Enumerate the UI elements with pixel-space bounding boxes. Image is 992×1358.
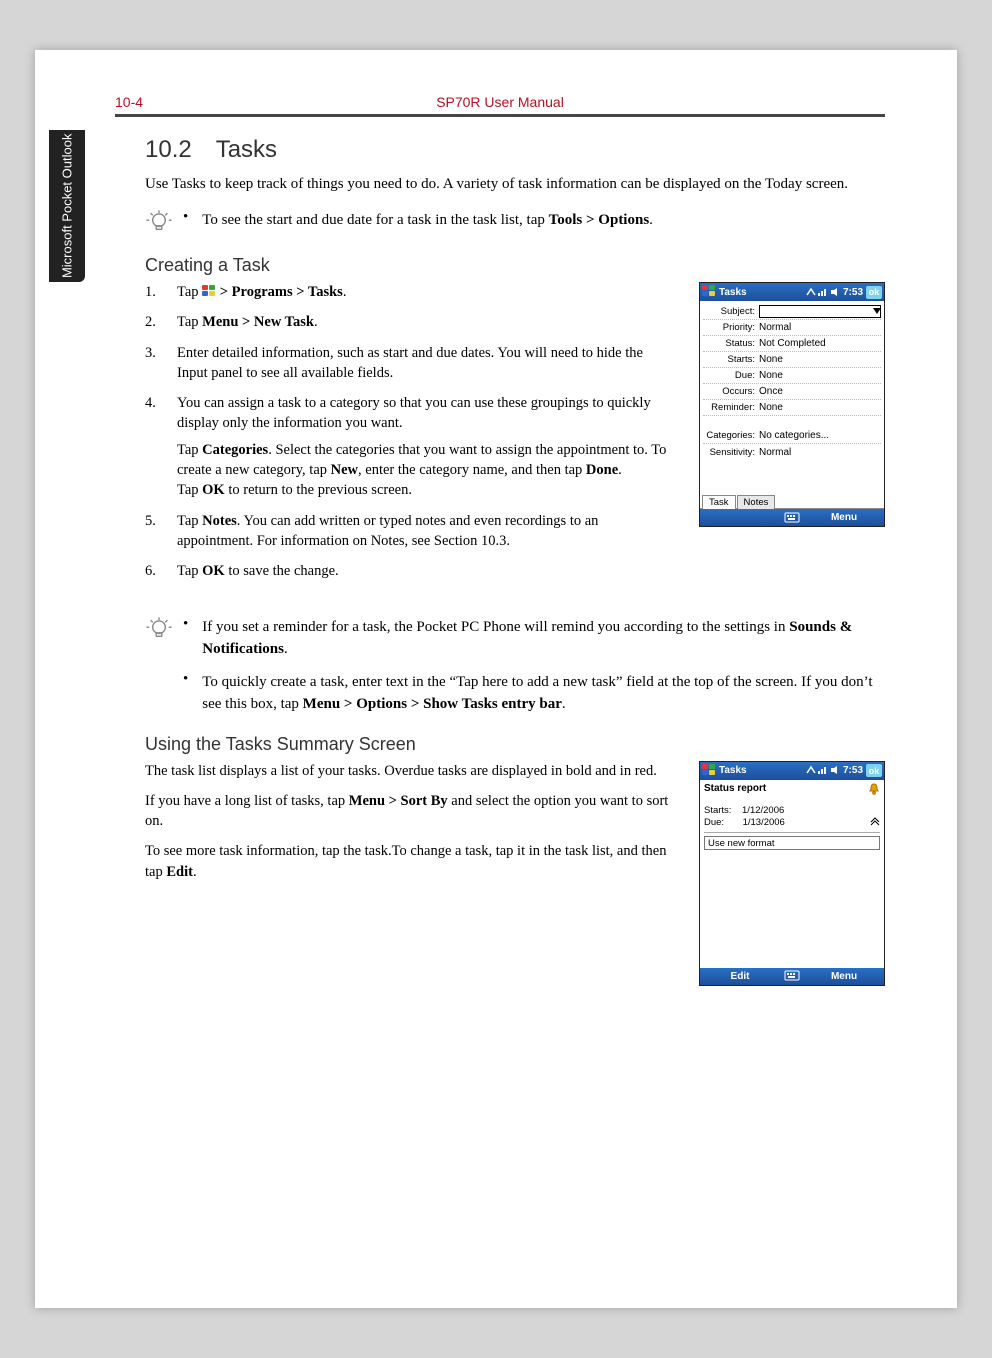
doc-title: SP70R User Manual: [115, 94, 885, 110]
status-value[interactable]: Not Completed: [759, 338, 881, 349]
lightbulb-icon: [145, 616, 173, 644]
section-intro: Use Tasks to keep track of things you ne…: [145, 174, 885, 195]
device-softbar: Menu: [700, 509, 884, 526]
step-3: Enter detailed information, such as star…: [145, 343, 675, 384]
summary-p1: The task list displays a list of your ta…: [145, 761, 675, 781]
device-tabs: Task Notes: [700, 494, 884, 509]
step-6: Tap OK to save the change.: [145, 561, 675, 581]
lightbulb-icon: [145, 209, 173, 237]
task-form: Subject: Priority: Normal Status: Not Co…: [700, 301, 884, 460]
reminder-value[interactable]: None: [759, 402, 881, 413]
section-tab-label: Microsoft Pocket Outlook: [59, 134, 75, 279]
occurs-value[interactable]: Once: [759, 386, 881, 397]
softkey-menu[interactable]: Menu: [804, 971, 884, 982]
subject-dropdown-icon[interactable]: [873, 306, 881, 319]
summary-starts-value: 1/12/2006: [742, 805, 784, 816]
section-heading: 10.2 Tasks: [145, 136, 885, 164]
content-area: 10.2 Tasks Use Tasks to keep track of th…: [145, 136, 885, 986]
tip-row-3: • To quickly create a task, enter text i…: [145, 671, 885, 716]
summary-heading: Using the Tasks Summary Screen: [145, 734, 885, 755]
bullet-dot: •: [183, 671, 188, 688]
categories-value[interactable]: No categories...: [759, 430, 881, 441]
signal-icon[interactable]: [818, 287, 828, 298]
tip-3-text: To quickly create a task, enter text in …: [202, 671, 885, 716]
document-page: 10-4 SP70R User Manual Microsoft Pocket …: [35, 50, 957, 1308]
categories-label: Categories:: [703, 430, 759, 441]
priority-label: Priority:: [703, 322, 759, 333]
starts-label: Starts:: [703, 354, 759, 365]
volume-icon[interactable]: [830, 765, 840, 776]
keyboard-icon[interactable]: [780, 512, 804, 524]
step-2: Tap Menu > New Task.: [145, 312, 675, 332]
starts-value[interactable]: None: [759, 354, 881, 365]
header-rule: [115, 114, 885, 117]
summary-starts-label: Starts:: [704, 805, 731, 816]
ok-button[interactable]: ok: [866, 286, 882, 299]
creating-task-heading: Creating a Task: [145, 255, 885, 276]
volume-icon[interactable]: [830, 287, 840, 298]
start-flag-icon[interactable]: [702, 285, 716, 299]
tab-task[interactable]: Task: [702, 495, 736, 509]
tip-2-text: If you set a reminder for a task, the Po…: [202, 616, 885, 661]
summary-p3: To see more task information, tap the ta…: [145, 841, 675, 882]
connectivity-icon[interactable]: [806, 765, 816, 776]
device-softbar: Edit Menu: [700, 968, 884, 985]
reminder-label: Reminder:: [703, 402, 759, 413]
priority-value[interactable]: Normal: [759, 322, 881, 333]
due-label: Due:: [703, 370, 759, 381]
connectivity-icon[interactable]: [806, 287, 816, 298]
tab-notes[interactable]: Notes: [737, 495, 776, 509]
start-flag-icon[interactable]: [702, 764, 716, 778]
softkey-edit[interactable]: Edit: [700, 971, 780, 982]
summary-due-label: Due:: [704, 817, 724, 828]
due-value[interactable]: None: [759, 370, 881, 381]
device-title: Tasks: [719, 287, 806, 298]
ok-button[interactable]: ok: [866, 764, 882, 777]
step-5: Tap Notes. You can add written or typed …: [145, 511, 675, 552]
tip-1-text: To see the start and due date for a task…: [202, 209, 653, 232]
device-title: Tasks: [719, 765, 806, 776]
tip-row-1: • To see the start and due date for a ta…: [145, 209, 885, 237]
bullet-dot: •: [183, 616, 188, 633]
summary-due-value: 1/13/2006: [743, 817, 785, 828]
occurs-label: Occurs:: [703, 386, 759, 397]
device-titlebar: Tasks 7:53 ok: [700, 283, 884, 301]
device-clock[interactable]: 7:53: [843, 287, 863, 298]
device-clock[interactable]: 7:53: [843, 765, 863, 776]
reminder-bell-icon[interactable]: [868, 783, 880, 795]
bullet-dot: •: [183, 209, 188, 226]
summary-p2: If you have a long list of tasks, tap Me…: [145, 791, 675, 832]
task-name-label: Status report: [704, 783, 766, 794]
softkey-right[interactable]: Menu: [804, 512, 884, 523]
subject-label: Subject:: [703, 306, 759, 317]
step-1: Tap > Programs > Tasks.: [145, 282, 675, 302]
section-tab: Microsoft Pocket Outlook: [49, 130, 85, 282]
tip-row-2: • If you set a reminder for a task, the …: [145, 616, 885, 661]
page-header: 10-4 SP70R User Manual: [115, 94, 885, 112]
screenshot-task-edit: Tasks 7:53 ok Subject:: [699, 282, 885, 527]
signal-icon[interactable]: [818, 765, 828, 776]
collapse-icon[interactable]: [870, 816, 880, 829]
start-flag-icon: [202, 285, 216, 298]
keyboard-icon[interactable]: [780, 970, 804, 982]
screenshot-task-summary: Tasks 7:53 ok Status report: [699, 761, 885, 986]
status-label: Status:: [703, 338, 759, 349]
device-titlebar: Tasks 7:53 ok: [700, 762, 884, 780]
creating-task-steps: Tap > Programs > Tasks. Tap Menu > New T…: [145, 282, 675, 582]
subject-input[interactable]: [759, 305, 881, 318]
sensitivity-value[interactable]: Normal: [759, 447, 881, 458]
step-4: You can assign a task to a category so t…: [145, 393, 675, 500]
quick-add-input[interactable]: Use new format: [704, 836, 880, 850]
sensitivity-label: Sensitivity:: [703, 447, 759, 458]
